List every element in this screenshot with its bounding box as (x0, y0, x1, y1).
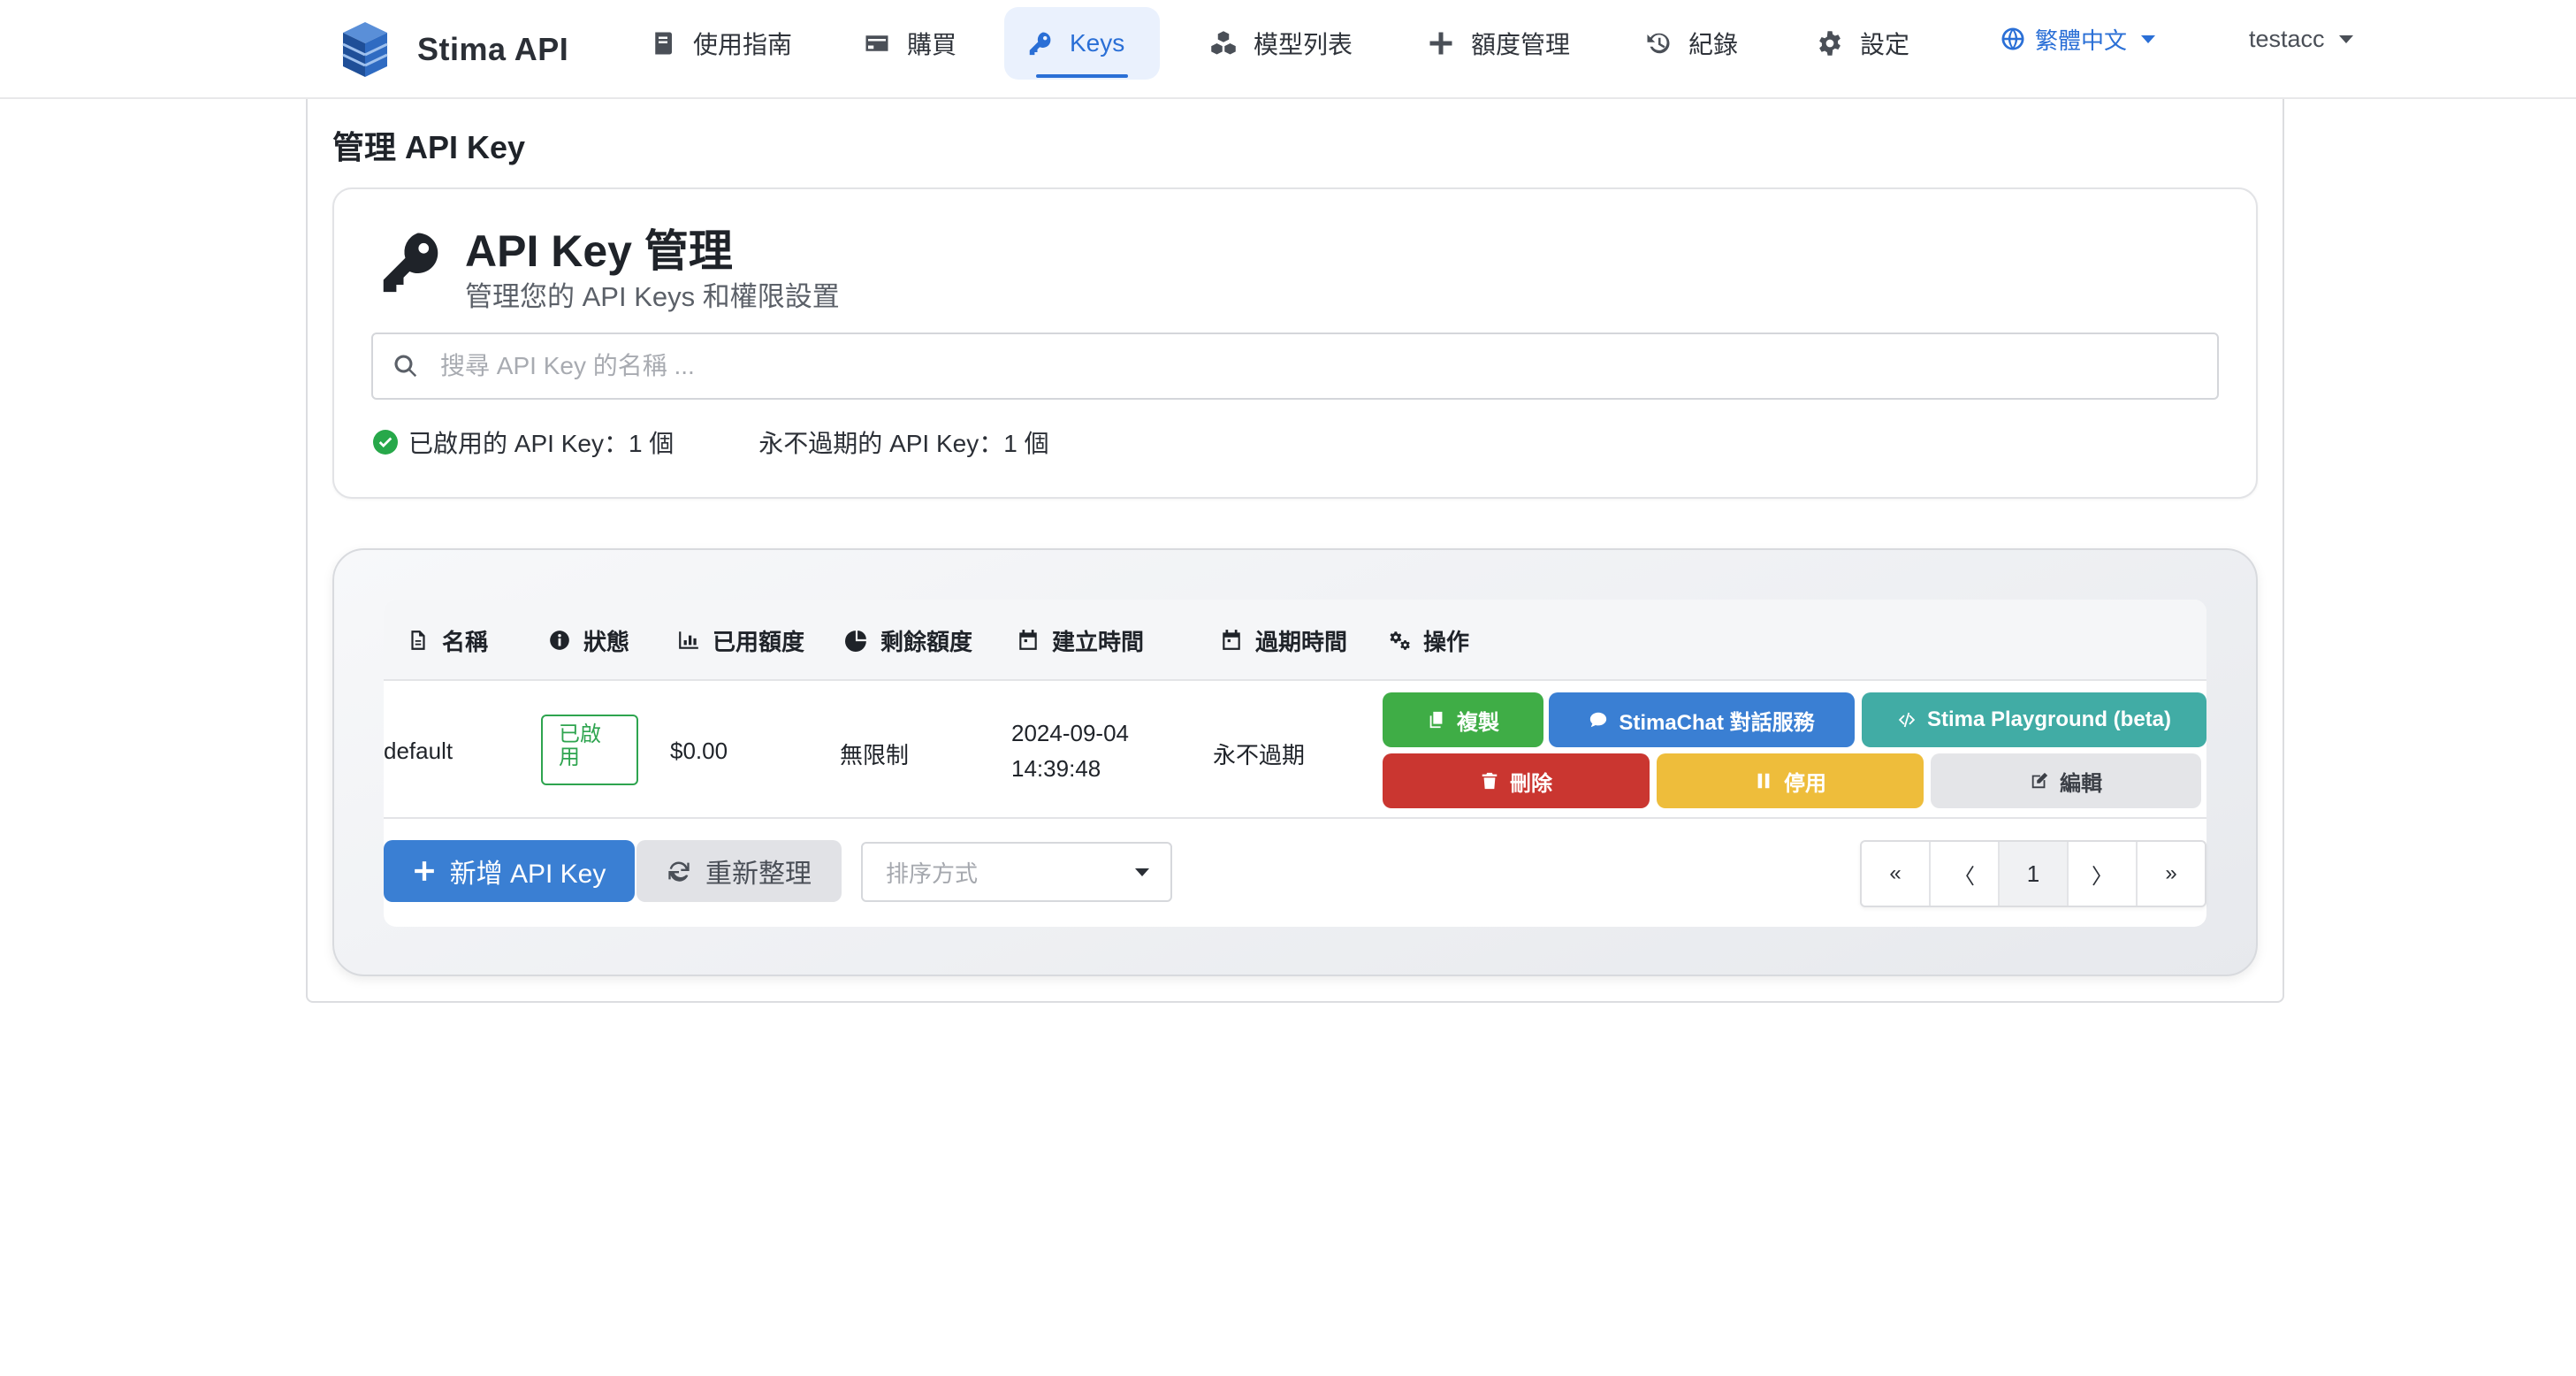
expires-at: 永不過期 (1213, 742, 1306, 768)
chevron-down-icon (1135, 868, 1149, 876)
key-icon (1025, 29, 1054, 57)
trash-icon (1482, 772, 1498, 790)
search-input[interactable] (440, 352, 2173, 380)
copy-button[interactable]: 複製 (1383, 692, 1543, 747)
header-title: API Key 管理 (465, 226, 733, 276)
book-icon (649, 29, 677, 57)
calendar-icon (1019, 630, 1037, 650)
plus-icon (414, 861, 434, 881)
page-prev-button[interactable]: 〈 (1931, 842, 2000, 906)
page-next-button[interactable]: 〉 (2069, 842, 2138, 906)
column-header-remaining: 剩餘額度 (845, 624, 972, 656)
cogs-icon (1390, 631, 1410, 650)
nav-item-keys[interactable]: Keys (1004, 7, 1160, 80)
gear-icon (1816, 29, 1844, 57)
pie-chart-icon (845, 631, 866, 652)
page-first-button[interactable]: « (1862, 842, 1931, 906)
cubes-icon (1209, 29, 1238, 57)
stima-logo-icon (342, 22, 388, 77)
credit-card-icon (863, 29, 891, 57)
add-api-key-button[interactable]: 新增 API Key (384, 840, 635, 902)
stimachat-button[interactable]: StimaChat 對話服務 (1549, 692, 1855, 747)
search-box (371, 333, 2219, 400)
brand[interactable]: Stima API (339, 16, 568, 83)
globe-icon (2001, 27, 2024, 50)
username: testacc (2249, 25, 2325, 52)
never-expire-count: 永不過期的 API Key：1 個 (758, 430, 1049, 457)
top-navbar: Stima API 使用指南 購買 Keys 模型列表 額度管理 紀錄 設定 繁… (0, 0, 2576, 99)
nav-label: Keys (1070, 29, 1125, 57)
nav-label: 模型列表 (1254, 31, 1353, 58)
sort-select[interactable]: 排序方式 (861, 842, 1172, 902)
pagination: « 〈 1 〉 » (1860, 840, 2206, 907)
disable-button[interactable]: 停用 (1657, 753, 1924, 808)
column-header-status: 狀態 (548, 624, 629, 656)
column-header-name: 名稱 (407, 624, 488, 656)
bar-chart-icon (679, 631, 698, 649)
playground-button[interactable]: Stima Playground (beta) (1862, 692, 2206, 747)
nav-label: 設定 (1860, 31, 1910, 58)
info-icon (550, 631, 569, 650)
history-icon (1644, 29, 1673, 57)
status-badge: 已啟用 (541, 715, 638, 785)
key-icon (383, 233, 438, 293)
edit-button[interactable]: 編輯 (1931, 753, 2201, 808)
used-amount: $0.00 (670, 738, 728, 764)
page-title: 管理 API Key (332, 129, 526, 165)
refresh-button[interactable]: 重新整理 (636, 840, 842, 902)
created-time: 14:39:48 (1011, 755, 1101, 782)
delete-button[interactable]: 刪除 (1383, 753, 1650, 808)
nav-label: 使用指南 (693, 31, 793, 58)
user-menu[interactable]: testacc (2249, 19, 2353, 58)
nav-item-settings[interactable]: 設定 (1795, 7, 1931, 80)
nav-label: 紀錄 (1688, 31, 1739, 58)
search-icon (394, 355, 417, 378)
column-header-used: 已用額度 (677, 624, 804, 656)
column-header-expires: 過期時間 (1220, 624, 1347, 656)
nav-item-guide[interactable]: 使用指南 (628, 7, 813, 80)
brand-name: Stima API (417, 31, 569, 67)
header-subtitle: 管理您的 API Keys 和權限設置 (465, 281, 840, 312)
language-label: 繁體中文 (2035, 27, 2128, 54)
page-last-button[interactable]: » (2138, 842, 2205, 906)
code-icon (1898, 712, 1916, 728)
column-header-created: 建立時間 (1017, 624, 1144, 656)
enabled-count: 已啟用的 API Key：1 個 (408, 430, 674, 457)
created-date: 2024-09-04 (1011, 720, 1129, 746)
chevron-down-icon (2141, 34, 2156, 43)
language-dropdown[interactable]: 繁體中文 (2000, 19, 2156, 58)
row-divider (384, 817, 2206, 819)
refresh-icon (668, 861, 690, 882)
file-icon (411, 631, 425, 650)
column-header-actions: 操作 (1388, 624, 1469, 656)
copy-icon (1429, 711, 1443, 729)
plus-icon (1427, 29, 1455, 57)
chat-icon (1590, 712, 1607, 728)
nav-item-history[interactable]: 紀錄 (1623, 7, 1759, 80)
pause-icon (1757, 773, 1770, 789)
nav-item-models[interactable]: 模型列表 (1188, 7, 1374, 80)
nav-label: 購買 (907, 31, 957, 58)
nav-label: 額度管理 (1471, 31, 1571, 58)
check-circle-icon (373, 430, 398, 455)
key-name: default (384, 738, 453, 764)
sort-placeholder: 排序方式 (886, 860, 979, 887)
nav-item-purchase[interactable]: 購買 (842, 7, 978, 80)
remaining-amount: 無限制 (840, 742, 910, 768)
chevron-down-icon (2338, 34, 2353, 43)
page-current-button[interactable]: 1 (2000, 842, 2069, 906)
nav-item-quota[interactable]: 額度管理 (1406, 7, 1591, 80)
stats-row: 已啟用的 API Key：1 個 永不過期的 API Key：1 個 (373, 424, 1049, 460)
calendar-icon (1223, 630, 1240, 650)
edit-icon (2031, 772, 2048, 789)
